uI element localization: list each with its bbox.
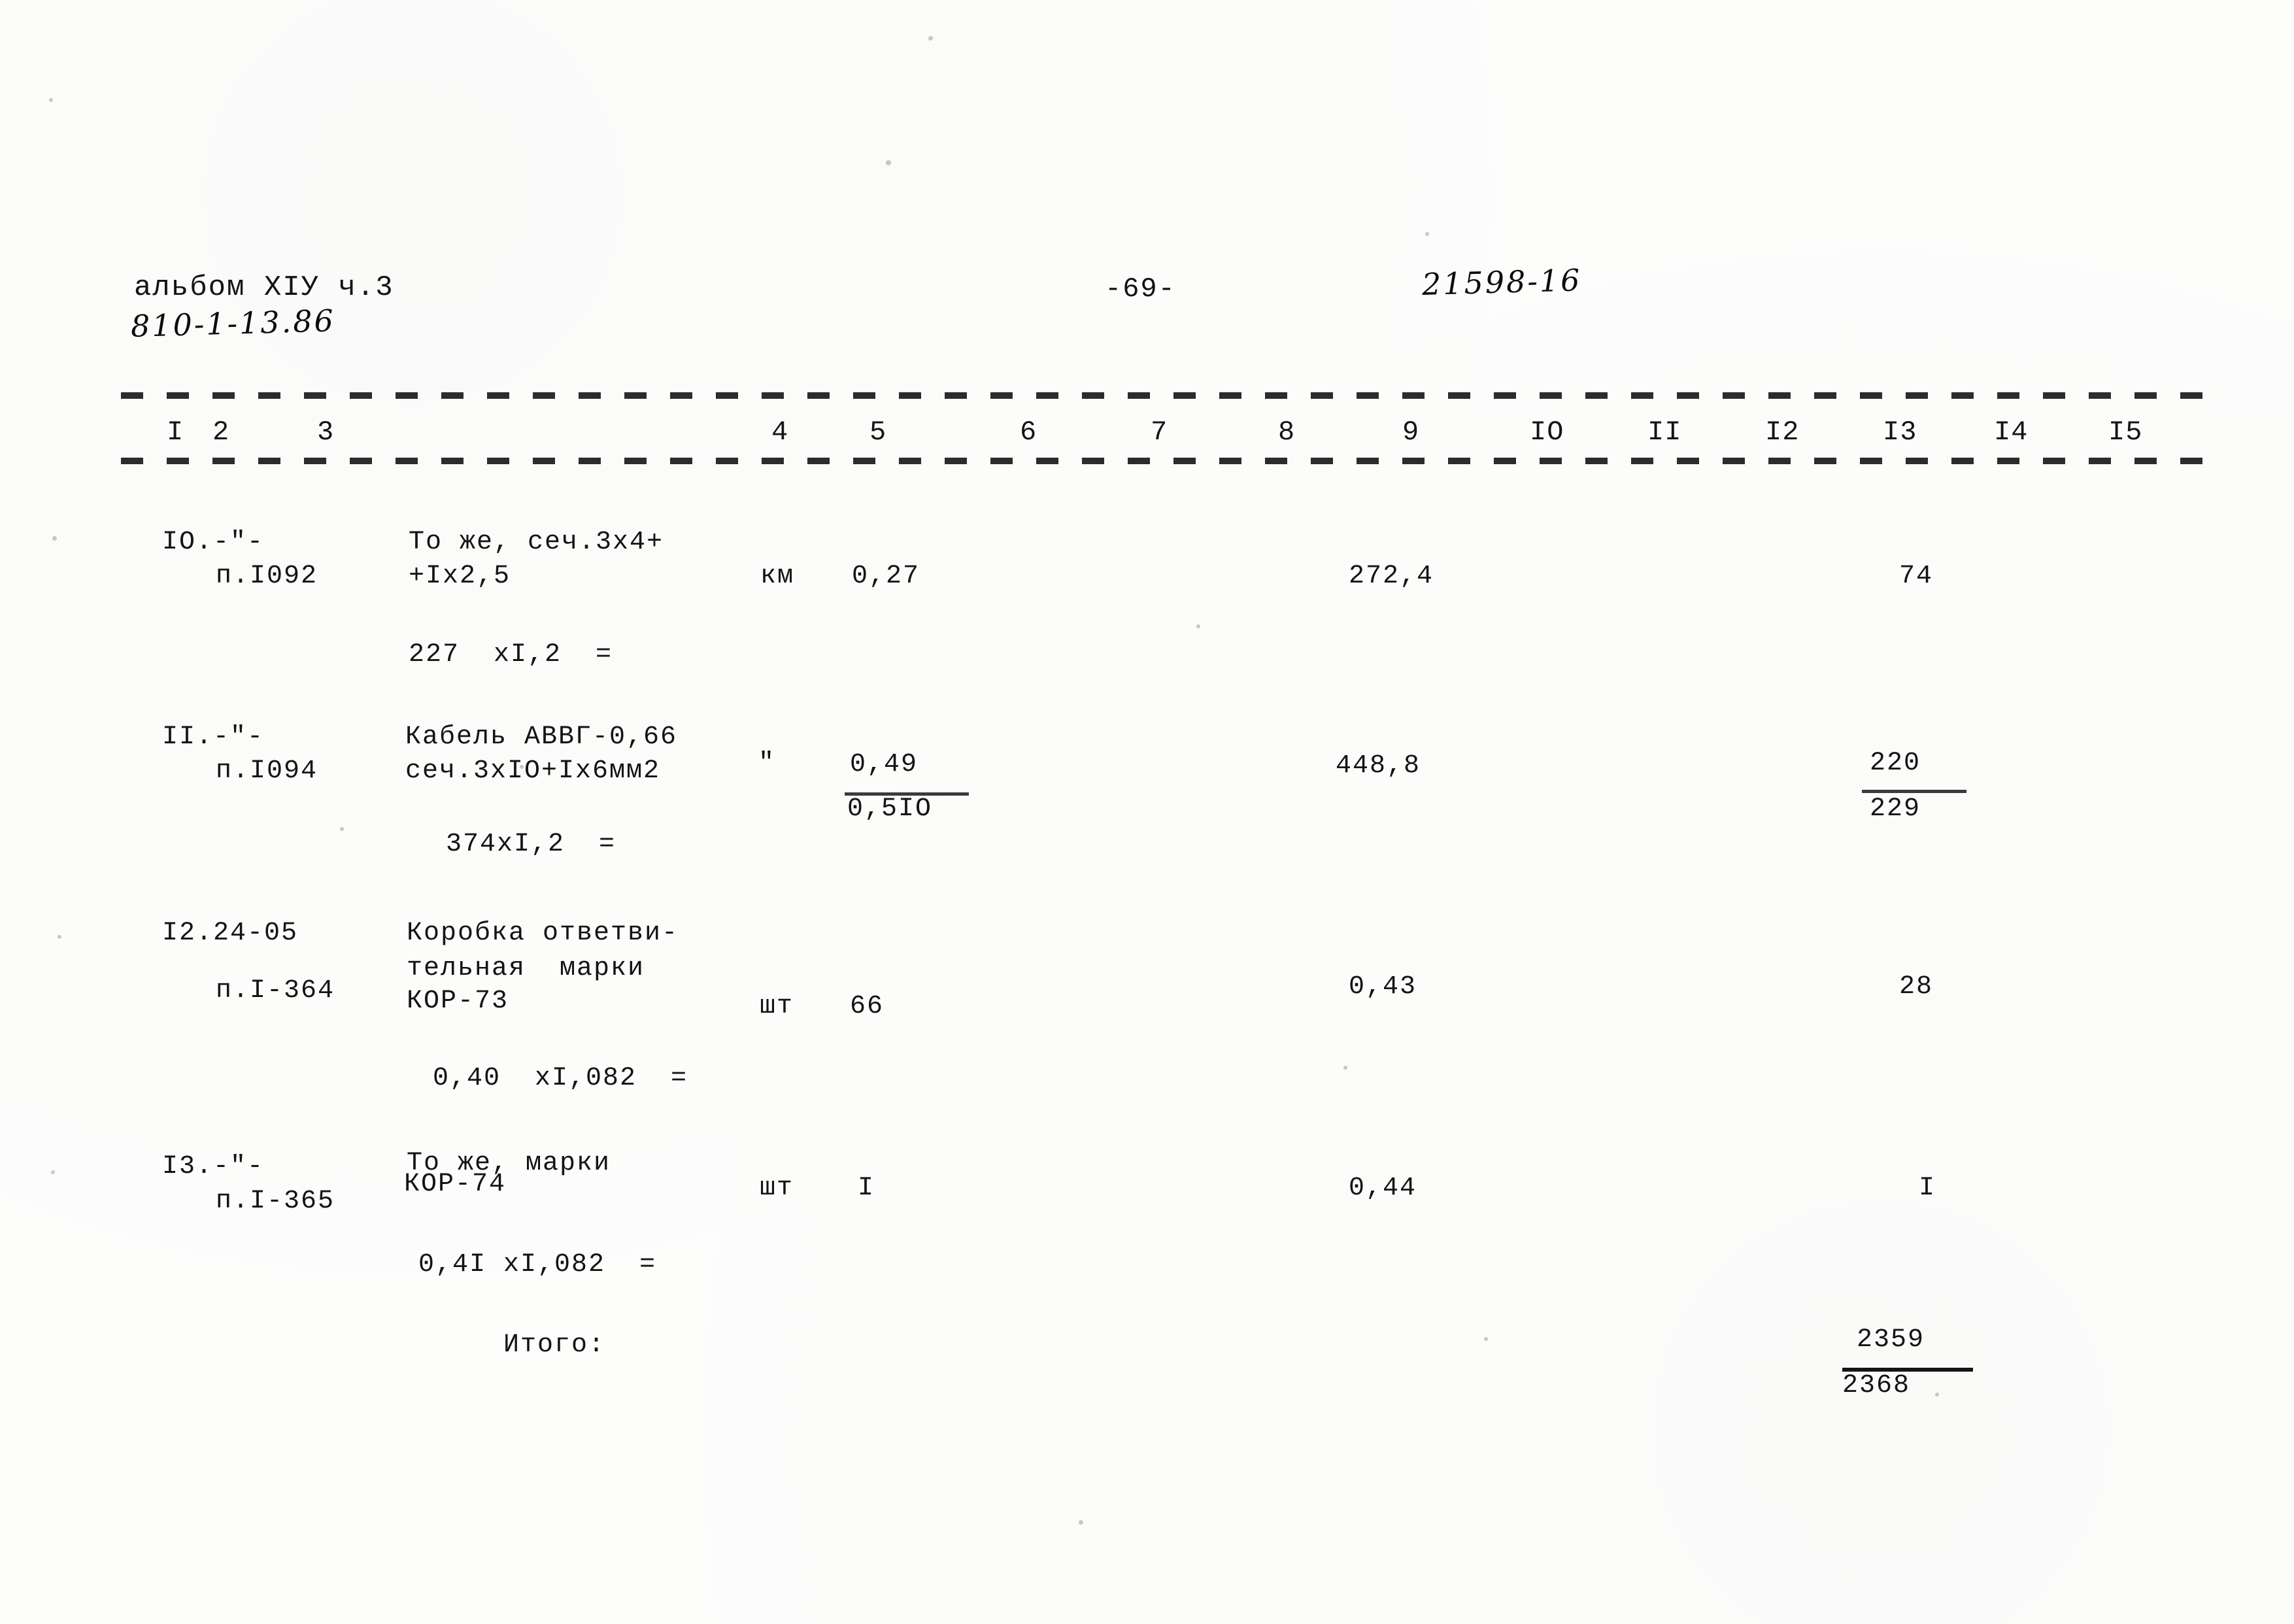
row-quantity: 0,27 [852, 562, 920, 591]
row-unit: шт [760, 1174, 794, 1203]
row-number: I3.-"- [162, 1152, 265, 1181]
row-col9-value: 448,8 [1336, 751, 1421, 781]
row-quantity-corrected: 0,5IО [847, 794, 933, 824]
column-header-7: 7 [1151, 416, 1168, 448]
scan-speck [1935, 1393, 1939, 1396]
table-header-bottom-rule [121, 458, 2223, 464]
column-header-15: I5 [2108, 416, 2143, 448]
row-col13-value: 74 [1899, 562, 1934, 591]
scan-speck [886, 160, 891, 165]
column-header-9: 9 [1402, 416, 1420, 448]
row-quantity: 66 [850, 992, 885, 1021]
scan-speck [1343, 1066, 1347, 1070]
row-col9-value: 0,43 [1349, 972, 1417, 1002]
row-col9-value: 272,4 [1349, 562, 1434, 591]
column-header-2: 2 [212, 416, 230, 448]
column-header-8: 8 [1278, 416, 1296, 448]
column-header-10: IO [1530, 416, 1564, 448]
scan-speck [340, 827, 344, 831]
row-col13-corrected: 229 [1870, 794, 1921, 824]
scan-speck [520, 765, 524, 769]
column-header-12: I2 [1765, 416, 1800, 448]
row-unit: км [760, 562, 795, 591]
row-quantity: I [858, 1174, 875, 1203]
row-description-line2: +Iх2,5 [409, 562, 511, 591]
row-description-line1: То же, сеч.3х4+ [409, 528, 664, 557]
page-number: -69- [1105, 273, 1176, 305]
row-code: п.I-364 [216, 976, 335, 1006]
row-code: п.I094 [216, 756, 318, 786]
handwritten-code: 810-1-13.86 [130, 303, 336, 344]
scan-speck [52, 536, 57, 541]
column-header-13: I3 [1883, 416, 1917, 448]
row-description-line1: Коробка ответви- [407, 919, 679, 948]
scan-speck [1425, 232, 1429, 236]
handwritten-reference: 21598-16 [1421, 262, 1583, 302]
scan-speck [928, 36, 933, 41]
scan-speck [58, 935, 61, 939]
total-label: Итого: [503, 1330, 606, 1360]
column-header-14: I4 [1994, 416, 2029, 448]
row-calculation: 227 хI,2 = [409, 640, 613, 669]
row-number: IO.-"- [162, 528, 265, 557]
scan-speck [49, 98, 53, 102]
row-calculation: 0,4I хI,082 = [418, 1250, 657, 1279]
row-description-line1: Кабель АВВГ-0,66 [405, 722, 678, 752]
row-description-line2: КОР-74 [404, 1170, 507, 1199]
column-header-1: I [167, 416, 184, 448]
column-header-4: 4 [771, 416, 789, 448]
row-code: п.I-365 [216, 1187, 335, 1216]
row-description-line2: тельная марки [407, 954, 645, 983]
album-label: альбом ХIУ ч.3 [134, 271, 394, 304]
column-header-5: 5 [869, 416, 887, 448]
scan-speck [1196, 624, 1200, 628]
row-description-line3: КОР-73 [407, 987, 509, 1016]
scanned-page: альбом ХIУ ч.3 810-1-13.86 -69- 21598-16… [0, 0, 2294, 1624]
row-col13-value: I [1919, 1174, 1936, 1203]
column-header-11: II [1647, 416, 1682, 448]
row-code: п.I092 [216, 562, 318, 591]
col13-strike-rule [1862, 790, 1966, 793]
scan-speck [51, 1170, 55, 1174]
row-calculation: 374хI,2 = [446, 830, 616, 859]
total-value-corrected: 2368 [1842, 1371, 1911, 1400]
row-col13-value: 28 [1899, 972, 1934, 1002]
row-number: I2.24-05 [162, 919, 299, 948]
scan-speck [1079, 1520, 1083, 1525]
table-top-rule [121, 392, 2219, 399]
row-col9-value: 0,44 [1349, 1174, 1417, 1203]
row-col13-value: 220 [1870, 749, 1921, 778]
row-unit: шт [760, 992, 794, 1021]
column-header-6: 6 [1020, 416, 1037, 448]
scan-speck [1484, 1337, 1488, 1341]
row-description-line2: сеч.3хIО+Iх6мм2 [405, 756, 661, 786]
column-header-3: 3 [317, 416, 335, 448]
row-calculation: 0,40 хI,082 = [433, 1064, 688, 1093]
total-value: 2359 [1857, 1325, 1925, 1355]
row-unit: " [758, 749, 776, 778]
row-number: II.-"- [162, 722, 265, 752]
row-quantity: 0,49 [850, 750, 919, 779]
